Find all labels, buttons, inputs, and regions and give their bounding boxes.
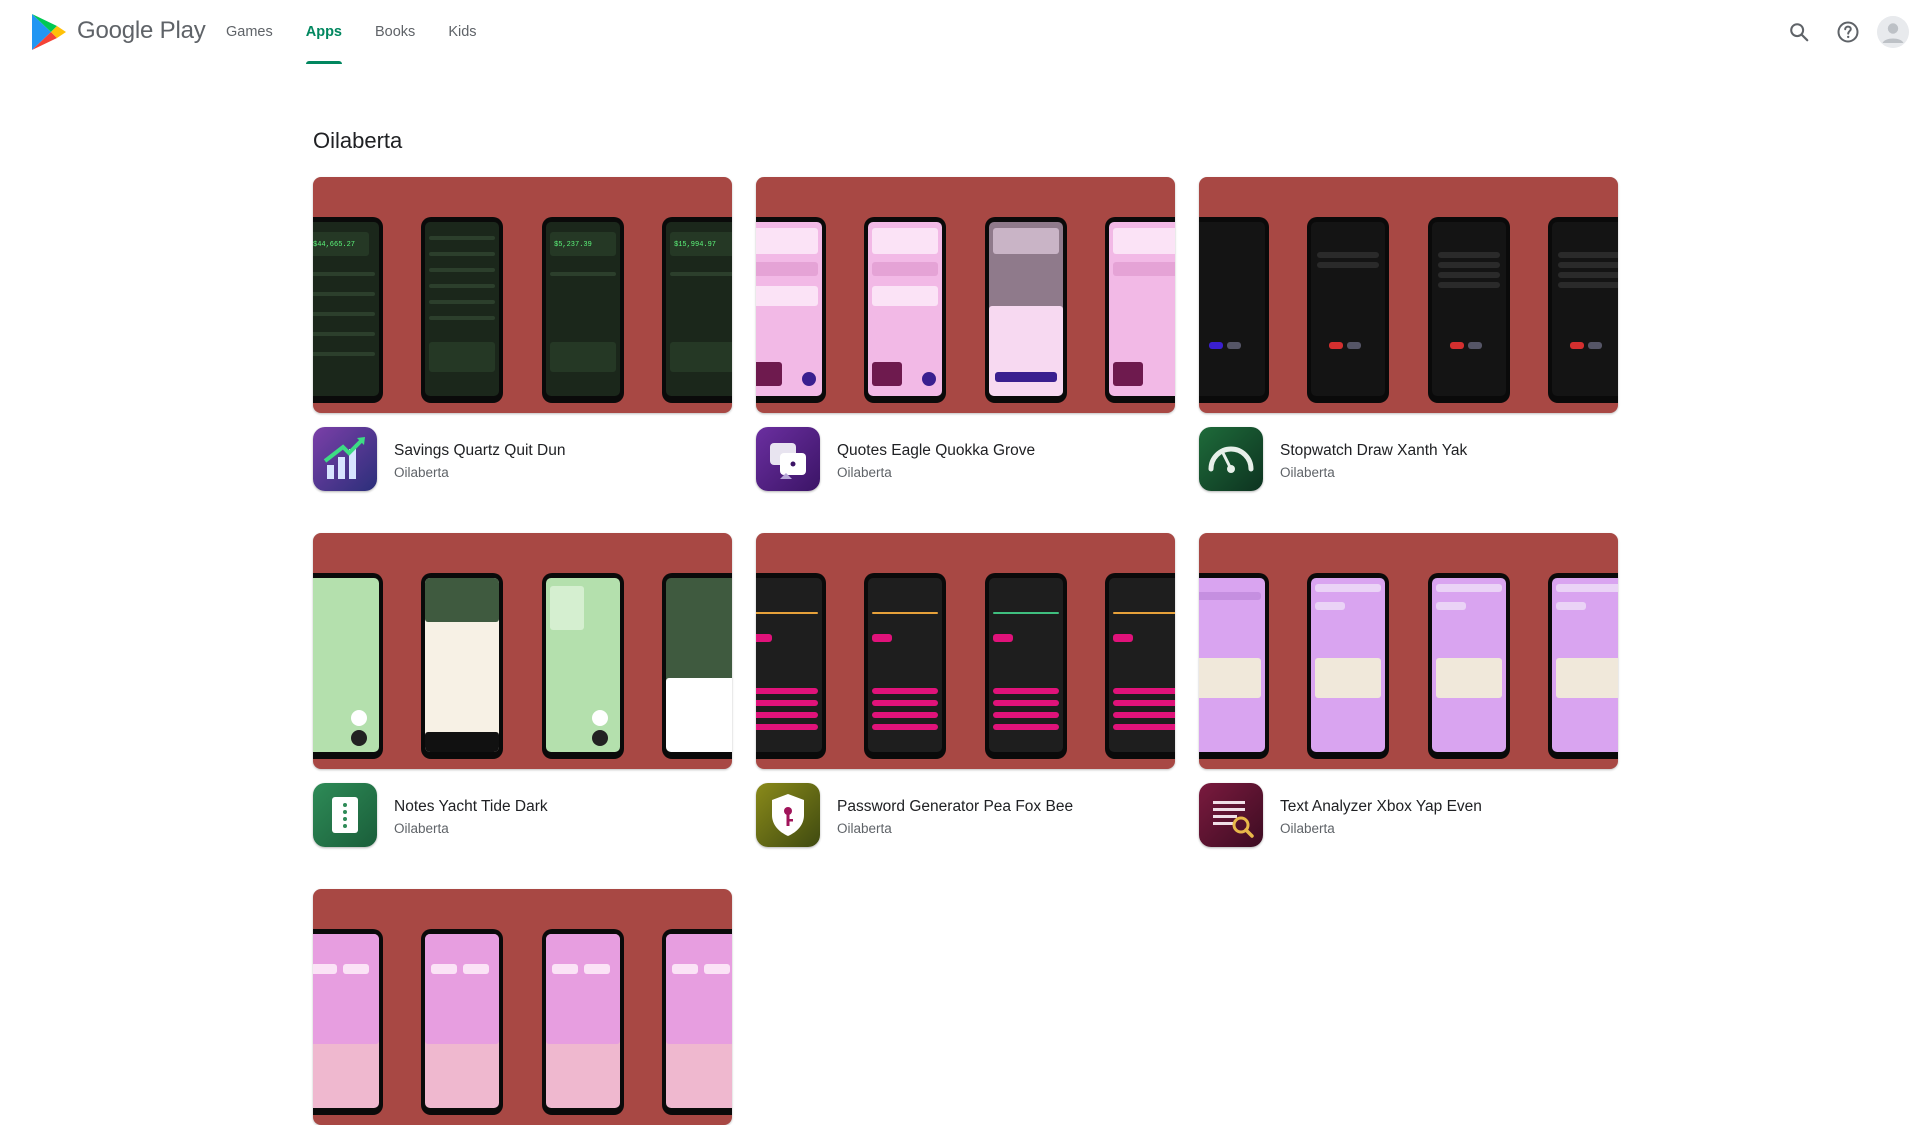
app-title[interactable]: Password Generator Pea Fox Bee: [837, 798, 1073, 816]
app-banner[interactable]: $44,665.27 $5,237.39 $15,994.97: [313, 177, 732, 413]
phone-screenshot: [1105, 573, 1175, 759]
app-developer[interactable]: Oilaberta: [1280, 465, 1335, 480]
nav-tab-apps[interactable]: Apps: [305, 0, 343, 64]
phone-screenshot: [1548, 573, 1618, 759]
app-developer[interactable]: Oilaberta: [394, 465, 449, 480]
phone-screenshot: [1428, 217, 1510, 403]
phone-screenshot: [1199, 217, 1269, 403]
phone-screenshot: [421, 929, 503, 1115]
phone-screenshot: [1548, 217, 1618, 403]
app-icon-text-analyzer[interactable]: [1199, 783, 1263, 847]
app-card[interactable]: [313, 889, 732, 1125]
app-card[interactable]: Text Analyzer Xbox Yap Even Oilaberta: [1199, 533, 1618, 863]
phone-screenshot: [1307, 217, 1389, 403]
app-title[interactable]: Notes Yacht Tide Dark: [394, 798, 548, 816]
app-banner[interactable]: [756, 533, 1175, 769]
app-card[interactable]: $44,665.27 $5,237.39 $15,994.97 Savings …: [313, 177, 732, 507]
phone-screenshot: $15,994.97: [662, 217, 732, 403]
app-banner[interactable]: [1199, 533, 1618, 769]
app-title[interactable]: Savings Quartz Quit Dun: [394, 442, 565, 460]
app-banner[interactable]: [313, 533, 732, 769]
phone-screenshot: [985, 217, 1067, 403]
phone-screenshot: [421, 217, 503, 403]
phone-screenshot: [864, 573, 946, 759]
app-card[interactable]: Quotes Eagle Quokka Grove Oilaberta: [756, 177, 1175, 507]
phone-screenshot: [1105, 217, 1175, 403]
search-icon[interactable]: [1783, 16, 1815, 48]
app-title[interactable]: Stopwatch Draw Xanth Yak: [1280, 442, 1467, 460]
app-developer[interactable]: Oilaberta: [1280, 821, 1335, 836]
phone-screenshot: [1307, 573, 1389, 759]
balance-value: $5,237.39: [554, 241, 592, 249]
balance-value: $15,994.97: [674, 241, 717, 249]
app-title[interactable]: Text Analyzer Xbox Yap Even: [1280, 798, 1482, 816]
phone-screenshot: [1199, 573, 1269, 759]
phone-screenshot: $5,237.39: [542, 217, 624, 403]
phone-screenshot: [756, 217, 826, 403]
phone-screenshot: [421, 573, 503, 759]
balance-value: $44,665.27: [313, 241, 356, 249]
phone-screenshot: [662, 929, 732, 1115]
app-developer[interactable]: Oilaberta: [837, 465, 892, 480]
app-icon-password[interactable]: [756, 783, 820, 847]
app-icon-notes[interactable]: [313, 783, 377, 847]
phone-screenshot: [756, 573, 826, 759]
app-title[interactable]: Quotes Eagle Quokka Grove: [837, 442, 1035, 460]
nav-tab-games[interactable]: Games: [226, 0, 273, 64]
google-play-logo-icon[interactable]: [31, 13, 67, 51]
brand-name[interactable]: Google Play: [77, 17, 206, 45]
phone-screenshot: [313, 573, 383, 759]
phone-screenshot: [864, 217, 946, 403]
phone-screenshot: [985, 573, 1067, 759]
app-banner[interactable]: [1199, 177, 1618, 413]
main-nav: Games Apps Books Kids: [226, 0, 510, 64]
nav-tab-books[interactable]: Books: [375, 0, 415, 64]
help-icon[interactable]: [1832, 16, 1864, 48]
nav-tab-kids[interactable]: Kids: [448, 0, 476, 64]
account-avatar[interactable]: [1877, 16, 1909, 48]
phone-screenshot: [542, 573, 624, 759]
app-icon-stopwatch[interactable]: [1199, 427, 1263, 491]
page-title: Oilaberta: [313, 128, 403, 153]
phone-screenshot: [542, 929, 624, 1115]
app-developer[interactable]: Oilaberta: [837, 821, 892, 836]
app-banner[interactable]: [756, 177, 1175, 413]
app-card[interactable]: Stopwatch Draw Xanth Yak Oilaberta: [1199, 177, 1618, 507]
phone-screenshot: $44,665.27: [313, 217, 383, 403]
phone-screenshot: [313, 929, 383, 1115]
app-developer[interactable]: Oilaberta: [394, 821, 449, 836]
top-app-bar: Google Play Games Apps Books Kids: [0, 0, 1920, 64]
app-card[interactable]: Password Generator Pea Fox Bee Oilaberta: [756, 533, 1175, 863]
app-icon-quotes[interactable]: [756, 427, 820, 491]
app-card[interactable]: Notes Yacht Tide Dark Oilaberta: [313, 533, 732, 863]
app-banner[interactable]: [313, 889, 732, 1125]
app-icon-savings[interactable]: [313, 427, 377, 491]
phone-screenshot: [662, 573, 732, 759]
phone-screenshot: [1428, 573, 1510, 759]
